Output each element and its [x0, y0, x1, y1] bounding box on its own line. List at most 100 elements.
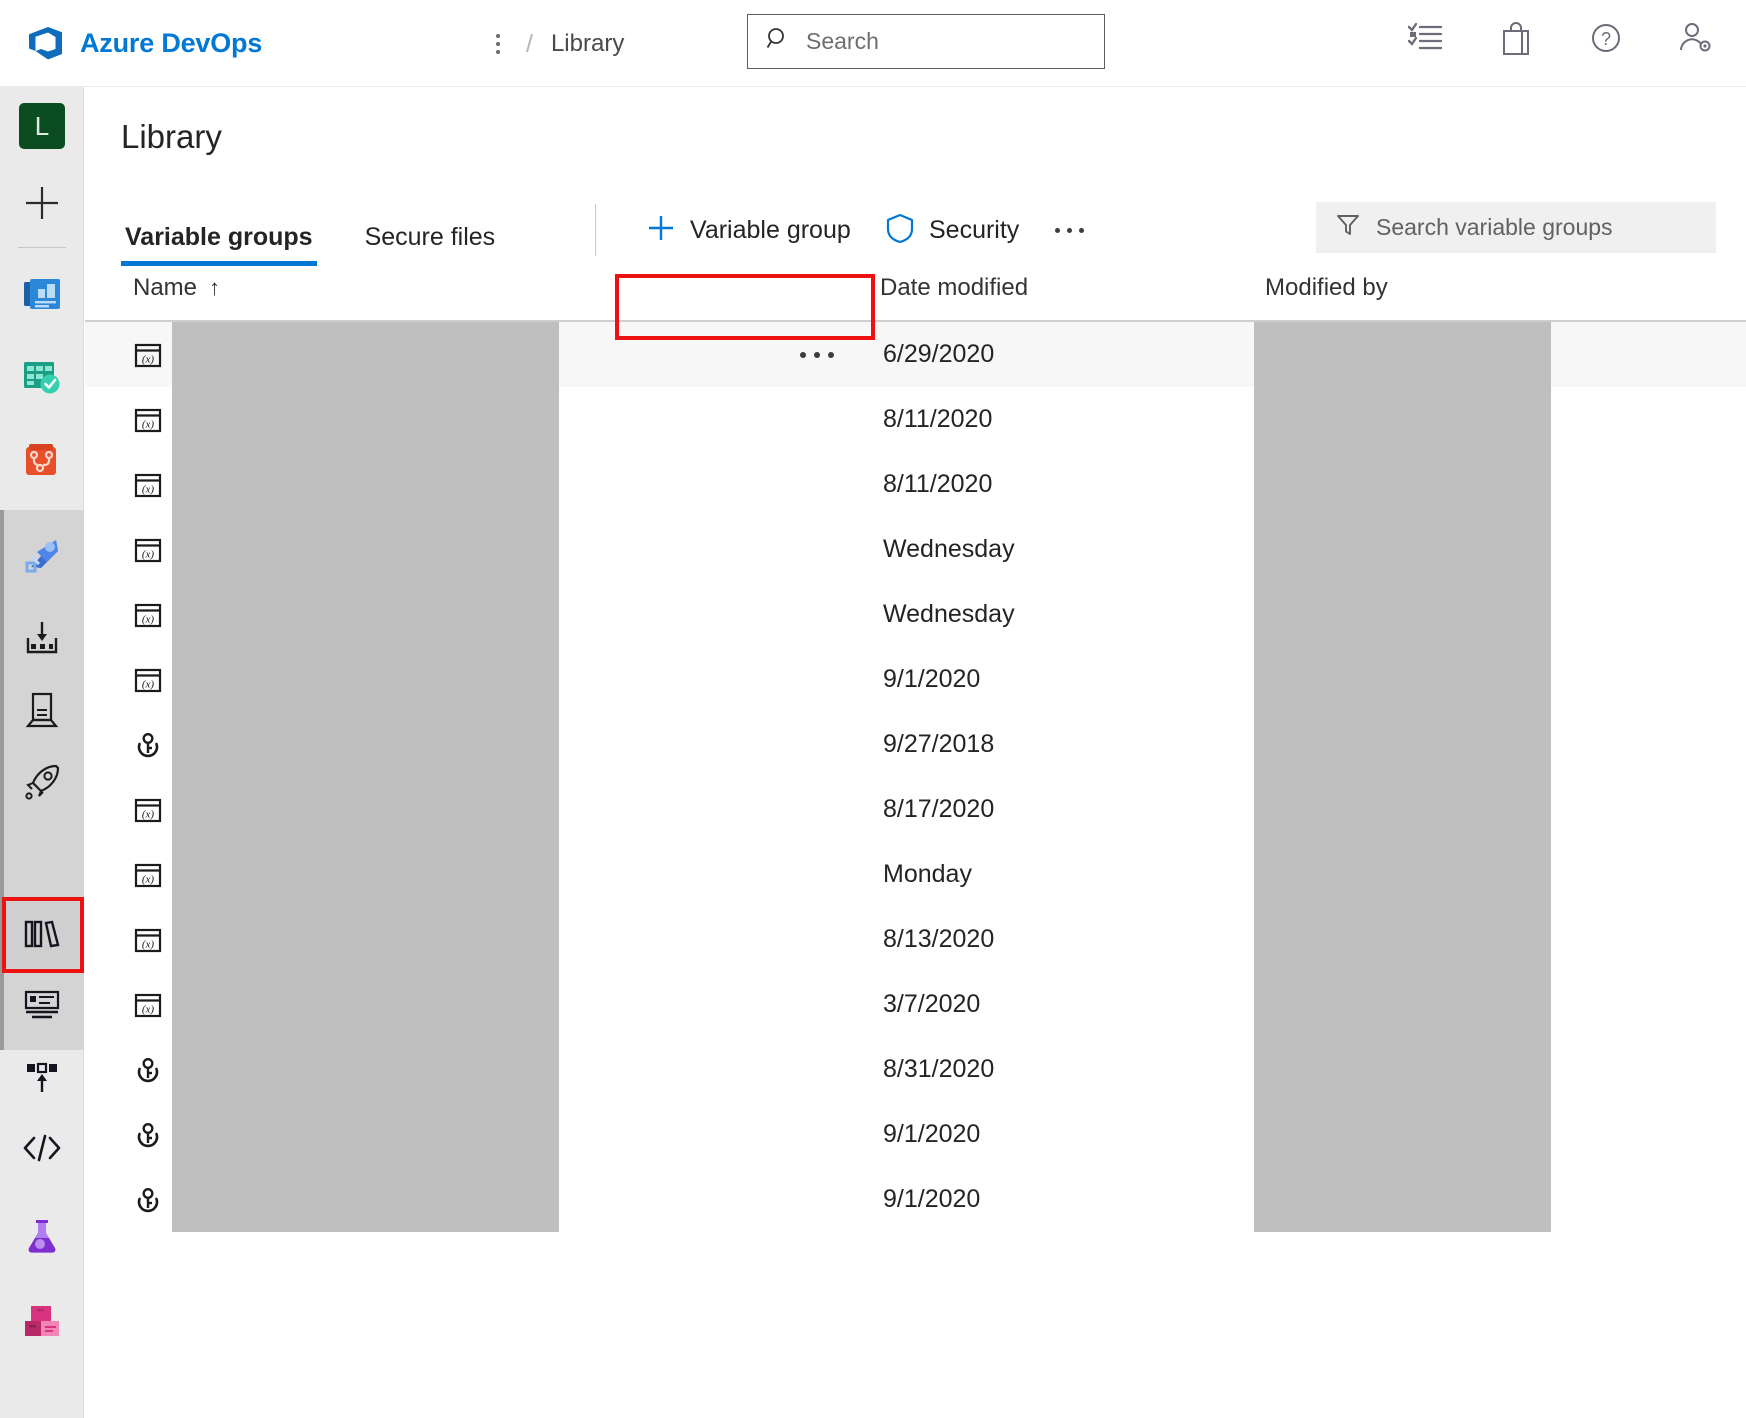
security-button[interactable]: Security: [885, 204, 1019, 256]
ellipsis-icon: [1055, 227, 1084, 233]
row-modified-by: [1254, 1037, 1551, 1102]
sidebar-item-xaml-definitions[interactable]: [0, 1119, 84, 1181]
global-search-box[interactable]: Search: [747, 14, 1105, 69]
column-header-name[interactable]: Name ↑: [133, 274, 220, 302]
table-row[interactable]: (x) 8/13/2020: [85, 907, 1746, 972]
variable-group-name[interactable]: [172, 712, 559, 777]
table-row[interactable]: (x) 8/11/2020: [85, 387, 1746, 452]
more-commands-button[interactable]: [1045, 204, 1094, 256]
variable-group-name[interactable]: [172, 582, 559, 647]
search-icon: [764, 25, 792, 58]
svg-text:(x): (x): [142, 483, 155, 495]
vertical-ellipsis-icon[interactable]: [488, 34, 508, 54]
row-date-modified: 8/31/2020: [883, 1055, 995, 1083]
variable-group-name[interactable]: [172, 777, 559, 842]
search-variable-groups-placeholder: Search variable groups: [1376, 214, 1613, 240]
sidebar-item-deployment-groups[interactable]: [0, 753, 84, 815]
top-bar-icon-group: ?: [1404, 16, 1718, 60]
svg-text:(x): (x): [142, 548, 155, 560]
row-date-modified: 8/11/2020: [883, 470, 993, 498]
library-books-icon: [20, 913, 64, 958]
new-variable-group-label: Variable group: [690, 215, 851, 244]
main-content: Library Variable groups Secure files Var…: [85, 88, 1746, 1418]
boards-checklist-icon[interactable]: [1404, 16, 1448, 60]
svg-text:(x): (x): [142, 678, 155, 690]
table-row[interactable]: 9/1/2020: [85, 1167, 1746, 1232]
sidebar-item-environments[interactable]: [0, 681, 84, 743]
variable-group-name[interactable]: [172, 842, 559, 907]
variable-group-name[interactable]: [172, 452, 559, 517]
variable-group-name[interactable]: [172, 322, 559, 387]
svg-text:?: ?: [1601, 29, 1611, 49]
variable-group-name[interactable]: [172, 387, 559, 452]
table-row[interactable]: (x) 9/1/2020: [85, 647, 1746, 712]
variable-group-icon: (x): [131, 793, 165, 827]
filter-funnel-icon: [1334, 211, 1362, 244]
column-header-date-modified[interactable]: Date modified: [880, 274, 1028, 302]
variable-group-name[interactable]: [172, 517, 559, 582]
variable-group-name[interactable]: [172, 972, 559, 1037]
row-date-modified: Monday: [883, 860, 972, 888]
sidebar-item-new[interactable]: [0, 174, 84, 236]
table-row[interactable]: (x) 8/11/2020: [85, 452, 1746, 517]
sidebar-item-repos[interactable]: [0, 431, 84, 493]
table-row[interactable]: (x) Wednesday: [85, 517, 1746, 582]
breadcrumb-current[interactable]: Library: [551, 30, 624, 58]
test-plans-flask-icon: [19, 1213, 65, 1264]
row-more-actions-icon[interactable]: [800, 351, 834, 358]
table-row[interactable]: 8/31/2020: [85, 1037, 1746, 1102]
tab-secure-files[interactable]: Secure files: [361, 223, 500, 266]
row-modified-by: [1254, 517, 1551, 582]
table-row[interactable]: (x) Wednesday: [85, 582, 1746, 647]
linked-key-icon: [131, 728, 165, 762]
toolbar: Variable groups Secure files Variable gr…: [85, 188, 1746, 266]
row-date-modified: 6/29/2020: [883, 340, 995, 368]
column-header-modified-by[interactable]: Modified by: [1265, 274, 1388, 302]
plus-icon: [21, 182, 63, 229]
pivot-tabs: Variable groups Secure files: [121, 188, 543, 266]
row-date-modified: 9/1/2020: [883, 665, 981, 693]
variable-group-name[interactable]: [172, 1102, 559, 1167]
sidebar-item-project-avatar[interactable]: L: [0, 95, 84, 157]
brand-home-link[interactable]: Azure DevOps: [24, 22, 262, 64]
linked-key-icon: [131, 1053, 165, 1087]
marketplace-bag-icon[interactable]: [1494, 16, 1538, 60]
search-variable-groups-input[interactable]: Search variable groups: [1316, 202, 1716, 253]
sidebar-item-test-plans[interactable]: [0, 1207, 84, 1269]
row-date-modified: 3/7/2020: [883, 990, 981, 1018]
tab-variable-groups[interactable]: Variable groups: [121, 223, 317, 266]
table-row[interactable]: (x) 3/7/2020: [85, 972, 1746, 1037]
repos-branch-icon: [19, 437, 65, 488]
row-modified-by: [1254, 1102, 1551, 1167]
table-row[interactable]: (x) 8/17/2020: [85, 777, 1746, 842]
svg-text:(x): (x): [142, 353, 155, 365]
sidebar-item-releases[interactable]: [0, 609, 84, 671]
help-question-icon[interactable]: ?: [1584, 16, 1628, 60]
row-date-modified: Wednesday: [883, 600, 1015, 628]
sidebar-item-library[interactable]: [0, 904, 84, 966]
variable-group-name[interactable]: [172, 1037, 559, 1102]
svg-text:(x): (x): [142, 613, 155, 625]
table-row[interactable]: (x) 6/29/2020: [85, 322, 1746, 387]
plus-icon: [646, 213, 676, 248]
row-modified-by: [1254, 387, 1551, 452]
user-settings-icon[interactable]: [1674, 16, 1718, 60]
sidebar-item-overview[interactable]: [0, 265, 84, 327]
variable-group-name[interactable]: [172, 647, 559, 712]
sidebar-item-artifacts[interactable]: [0, 1292, 84, 1354]
sidebar-item-task-groups[interactable]: [0, 975, 84, 1037]
sidebar-item-deployment-pools[interactable]: [0, 1047, 84, 1109]
svg-text:(x): (x): [142, 1003, 155, 1015]
variable-group-icon: (x): [131, 598, 165, 632]
pipelines-rocket-blue-icon: [19, 533, 65, 584]
table-row[interactable]: 9/27/2018: [85, 712, 1746, 777]
sidebar-item-boards[interactable]: [0, 348, 84, 410]
table-row[interactable]: 9/1/2020: [85, 1102, 1746, 1167]
sidebar-item-pipelines[interactable]: [0, 527, 84, 589]
table-row[interactable]: (x) Monday: [85, 842, 1746, 907]
svg-text:(x): (x): [142, 418, 155, 430]
task-groups-card-icon: [20, 984, 64, 1029]
variable-group-name[interactable]: [172, 1167, 559, 1232]
variable-group-name[interactable]: [172, 907, 559, 972]
new-variable-group-button[interactable]: Variable group: [630, 204, 867, 256]
